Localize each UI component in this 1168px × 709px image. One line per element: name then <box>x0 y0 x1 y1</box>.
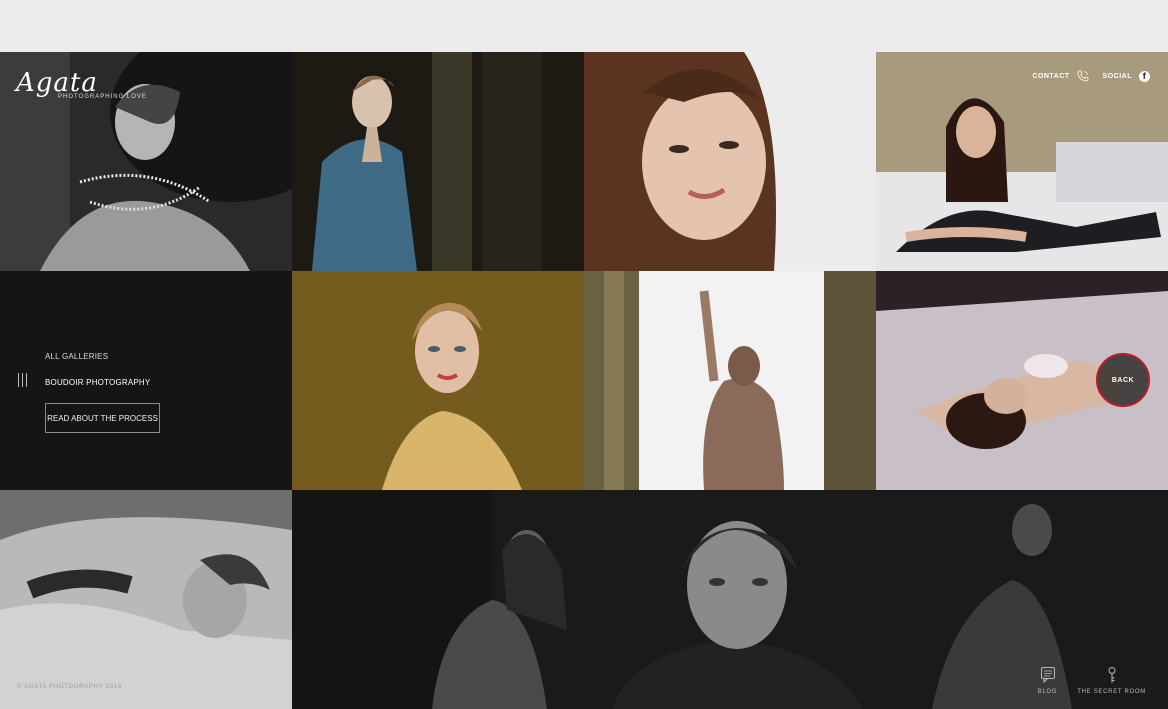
blog-label: BLOG <box>1037 689 1058 695</box>
gallery-photo-golden[interactable] <box>292 271 584 490</box>
gallery-photo-bw-panorama[interactable] <box>292 490 1168 709</box>
brand-logo[interactable]: Agata PHOTOGRAPHING LOVE <box>16 70 147 100</box>
brand-name: Agata <box>16 68 98 98</box>
phone-icon <box>1077 70 1088 82</box>
secret-room-link[interactable]: THE SECRET ROOM <box>1077 666 1146 695</box>
contact-link[interactable]: CONTACT <box>1032 70 1088 82</box>
gallery-photo-closeup[interactable] <box>584 52 876 271</box>
gallery-photo-bed-pose[interactable] <box>876 52 1168 271</box>
boudoir-photography-link[interactable]: BOUDOIR PHOTOGRAPHY <box>45 378 150 387</box>
read-process-button[interactable]: READ ABOUT THE PROCESS <box>45 403 160 433</box>
brand-tagline: PHOTOGRAPHING LOVE <box>58 94 147 100</box>
copyright-text: © AGATA PHOTOGRAPHY 2016 <box>17 684 122 690</box>
all-galleries-link[interactable]: ALL GALLERIES <box>45 352 150 361</box>
facebook-icon: f <box>1139 70 1150 82</box>
top-navigation: CONTACT SOCIAL f <box>1032 70 1150 82</box>
contact-label: CONTACT <box>1032 72 1070 80</box>
key-icon <box>1108 667 1116 683</box>
menu-icon[interactable] <box>18 373 28 387</box>
back-button[interactable]: BACK <box>1096 353 1150 407</box>
gallery-photo-window-silhouette[interactable] <box>584 271 876 490</box>
footer-links: BLOG THE SECRET ROOM <box>1038 666 1146 695</box>
gallery-grid: Agata PHOTOGRAPHING LOVE CONTACT SOCIAL … <box>0 52 1168 709</box>
chat-icon <box>1040 667 1055 684</box>
blog-link[interactable]: BLOG <box>1038 666 1057 695</box>
secret-room-label: THE SECRET ROOM <box>1077 689 1146 695</box>
gallery-photo-sleeping[interactable] <box>0 490 292 709</box>
social-link[interactable]: SOCIAL f <box>1102 70 1150 82</box>
gallery-menu: ALL GALLERIES BOUDOIR PHOTOGRAPHY <box>45 352 150 387</box>
gallery-photo-blue-robe[interactable] <box>292 52 584 271</box>
social-label: SOCIAL <box>1102 72 1132 80</box>
browser-top-bar <box>0 0 1168 52</box>
